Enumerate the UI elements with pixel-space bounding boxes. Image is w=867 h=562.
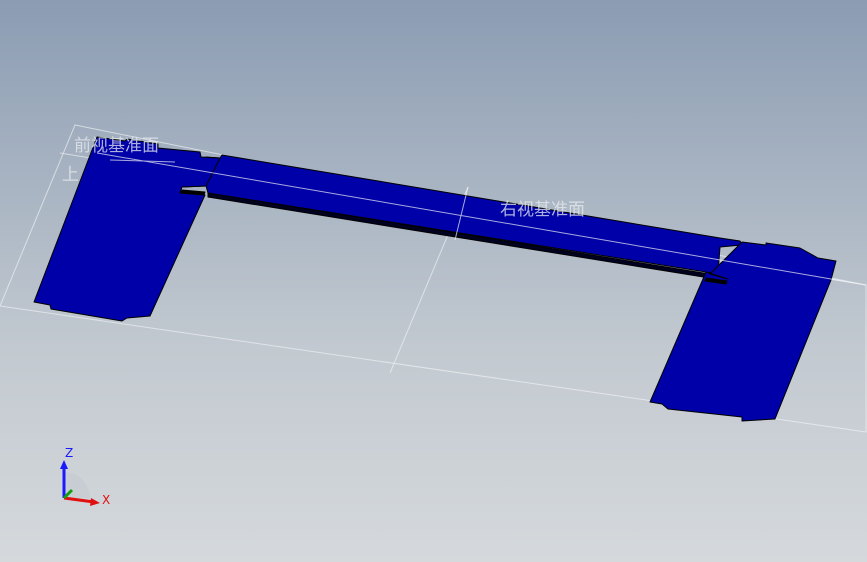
triad-z-arrowhead [60, 460, 68, 469]
part-center-bar[interactable] [181, 154, 743, 275]
triad-x-axis [63, 496, 95, 504]
reference-triad[interactable]: Z X [60, 446, 110, 507]
part-body[interactable] [33, 136, 837, 422]
triad-x-label: X [102, 493, 110, 507]
top-plane-label[interactable]: 上 [62, 165, 79, 185]
plane-overlay-lines [96, 152, 867, 286]
triad-z-label: Z [65, 446, 73, 460]
triad-x-arrowhead [90, 498, 100, 506]
right-plane-label[interactable]: 右视基准面 [500, 200, 585, 220]
front-plane-label[interactable]: 前视基准面 [74, 136, 159, 156]
model-viewport[interactable]: 前视基准面 上 右视基准面 Z X [0, 0, 867, 562]
